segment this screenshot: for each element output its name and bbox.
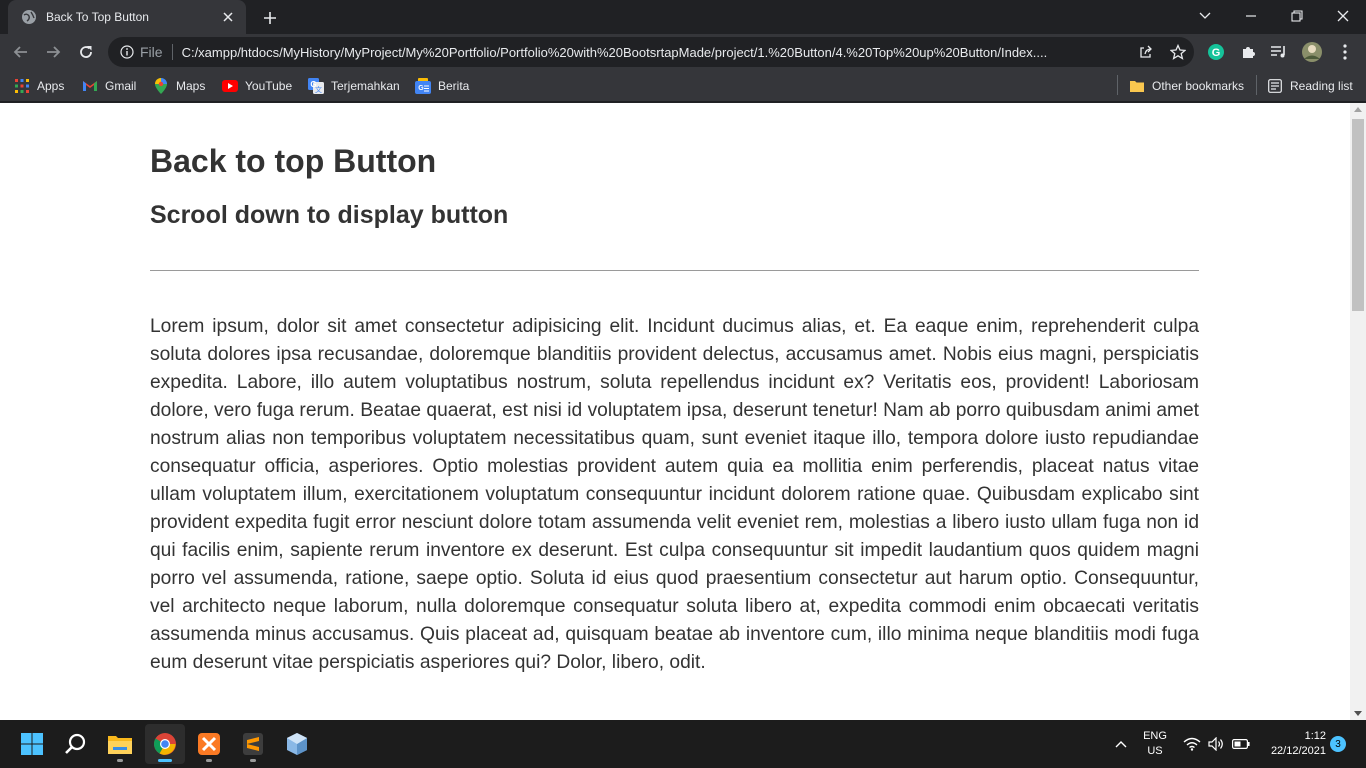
- bookmark-label: Berita: [438, 79, 470, 93]
- new-tab-icon[interactable]: [260, 8, 280, 28]
- tab-title: Back To Top Button: [46, 10, 149, 24]
- windows-taskbar: ENG US 1:12 22/12/2021: [0, 720, 1366, 768]
- bookmark-terjemahkan[interactable]: G文 Terjemahkan: [308, 74, 400, 98]
- clock-date: 22/12/2021: [1270, 745, 1326, 757]
- sublime-text-icon[interactable]: [233, 724, 273, 764]
- xampp-icon[interactable]: [189, 724, 229, 764]
- close-window-icon[interactable]: [1320, 0, 1366, 32]
- globe-icon: [21, 9, 37, 25]
- page-viewport[interactable]: Back to top Button Scrool down to displa…: [0, 103, 1350, 720]
- reload-icon[interactable]: [71, 37, 101, 67]
- language-label: ENG: [1143, 730, 1167, 742]
- scroll-down-arrow-icon[interactable]: [1354, 711, 1362, 716]
- bookmark-star-icon[interactable]: [1162, 37, 1194, 67]
- bookmarks-divider: [1256, 75, 1257, 95]
- running-indicator: [117, 759, 123, 762]
- reading-list[interactable]: Reading list: [1267, 74, 1353, 98]
- svg-text:G: G: [1212, 47, 1221, 59]
- scrollbar-thumb[interactable]: [1352, 119, 1364, 311]
- address-bar[interactable]: File C:/xampp/htdocs/MyHistory/MyProject…: [108, 37, 1194, 67]
- bookmarks-bar: Apps Gmail Maps YouTube G文 Terjemahkan G…: [0, 70, 1366, 102]
- apps-grid-icon: [14, 78, 30, 94]
- folder-icon: [1129, 78, 1145, 94]
- bookmarks-divider: [1117, 75, 1118, 95]
- body-paragraph: Lorem ipsum, dolor sit amet consectetur …: [150, 316, 1199, 673]
- clock[interactable]: 1:12 22/12/2021: [1262, 729, 1326, 759]
- search-icon[interactable]: [56, 724, 96, 764]
- bookmark-maps[interactable]: Maps: [153, 74, 205, 98]
- other-bookmarks[interactable]: Other bookmarks: [1129, 74, 1244, 98]
- news-icon: G: [415, 78, 431, 94]
- reading-list-icon: [1267, 78, 1283, 94]
- translate-icon: G文: [308, 78, 324, 94]
- chevron-up-icon[interactable]: [1111, 734, 1131, 754]
- bookmark-label: Terjemahkan: [331, 79, 400, 93]
- share-icon[interactable]: [1130, 37, 1162, 67]
- bookmark-label: Gmail: [105, 79, 137, 93]
- youtube-icon: [222, 78, 238, 94]
- bookmark-youtube[interactable]: YouTube: [222, 74, 292, 98]
- tab-search-icon[interactable]: [1182, 0, 1228, 32]
- tab-active[interactable]: Back To Top Button: [8, 0, 246, 34]
- clock-time: 1:12: [1304, 730, 1326, 742]
- bookmark-apps[interactable]: Apps: [14, 74, 64, 98]
- other-bookmarks-label: Other bookmarks: [1152, 79, 1245, 93]
- page-subtitle: Scrool down to display button: [150, 201, 509, 229]
- wifi-icon[interactable]: [1182, 734, 1202, 754]
- forward-icon[interactable]: [38, 37, 68, 67]
- bookmark-berita[interactable]: G Berita: [415, 74, 469, 98]
- info-icon[interactable]: [120, 45, 134, 59]
- input-language[interactable]: ENG US: [1138, 729, 1172, 759]
- url-separator: [171, 44, 173, 60]
- scroll-up-arrow-icon[interactable]: [1354, 107, 1362, 112]
- chrome-icon[interactable]: [145, 724, 185, 764]
- profile-avatar[interactable]: [1297, 37, 1327, 67]
- media-control-icon[interactable]: [1264, 37, 1294, 67]
- restore-icon[interactable]: [1274, 0, 1320, 32]
- minimize-icon[interactable]: [1228, 0, 1274, 32]
- file-explorer-icon[interactable]: [100, 724, 140, 764]
- tab-strip: Back To Top Button: [0, 0, 1366, 34]
- extensions-puzzle-icon[interactable]: [1233, 37, 1263, 67]
- gmail-icon: [82, 78, 98, 94]
- url-scheme-label: File: [140, 44, 163, 60]
- page-title: Back to top Button: [150, 143, 437, 179]
- svg-text:G: G: [418, 85, 424, 92]
- notification-badge[interactable]: 3: [1330, 736, 1346, 752]
- url-text[interactable]: C:/xampp/htdocs/MyHistory/MyProject/My%2…: [182, 45, 1130, 60]
- divider: [150, 270, 1199, 271]
- browser-toolbar: File C:/xampp/htdocs/MyHistory/MyProject…: [0, 34, 1366, 70]
- grammarly-icon[interactable]: G: [1201, 37, 1231, 67]
- vertical-scrollbar[interactable]: [1350, 103, 1366, 720]
- running-indicator: [206, 759, 212, 762]
- start-icon[interactable]: [12, 724, 52, 764]
- back-icon[interactable]: [6, 37, 36, 67]
- running-indicator: [250, 759, 256, 762]
- battery-icon[interactable]: [1231, 734, 1251, 754]
- bookmark-label: Maps: [176, 79, 206, 93]
- region-label: US: [1147, 745, 1163, 757]
- 3d-box-icon[interactable]: [277, 724, 317, 764]
- chrome-menu-icon[interactable]: [1330, 37, 1360, 67]
- svg-text:文: 文: [315, 85, 322, 94]
- volume-icon[interactable]: [1206, 734, 1226, 754]
- maps-pin-icon: [153, 78, 169, 94]
- bookmark-label: Apps: [37, 79, 65, 93]
- bookmark-label: YouTube: [245, 79, 293, 93]
- bookmark-gmail[interactable]: Gmail: [82, 74, 136, 98]
- reading-list-label: Reading list: [1290, 79, 1353, 93]
- running-indicator: [158, 759, 172, 762]
- close-tab-icon[interactable]: [220, 9, 236, 25]
